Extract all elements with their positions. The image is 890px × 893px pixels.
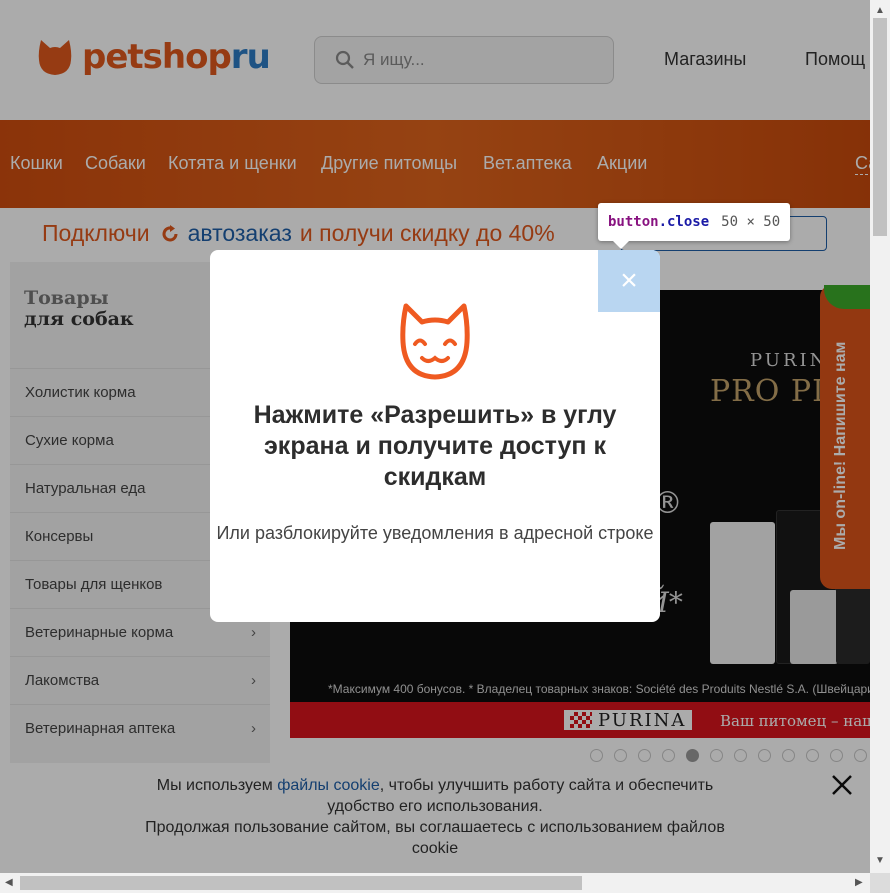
modal-subtitle: Или разблокируйте уведомления в адресной… [216, 523, 654, 543]
vertical-scroll-thumb[interactable] [873, 18, 887, 236]
horizontal-scroll-thumb[interactable] [20, 876, 582, 890]
devtools-inspect-tooltip: button .close 50 × 50 [598, 203, 791, 241]
modal-title: Нажмите «Разрешить» в углу экрана и полу… [253, 401, 617, 491]
horizontal-scrollbar[interactable]: ◀ ▶ [0, 873, 870, 893]
scrollbar-corner [870, 873, 890, 893]
page-viewport: petshopru Магазины Помощ Кошки Собаки Ко… [0, 0, 870, 873]
close-icon: × [620, 264, 638, 297]
scroll-right-arrow-icon[interactable]: ▶ [855, 877, 863, 888]
tooltip-arrow [613, 241, 629, 249]
notification-modal: Нажмите «Разрешить» в углу экрана и полу… [210, 250, 660, 622]
scroll-up-arrow-icon[interactable]: ▲ [875, 5, 885, 16]
scroll-down-arrow-icon[interactable]: ▼ [875, 855, 885, 866]
cat-face-icon [400, 303, 470, 380]
modal-close-button[interactable]: × [598, 250, 660, 312]
scroll-left-arrow-icon[interactable]: ◀ [5, 877, 13, 888]
vertical-scrollbar[interactable]: ▲ ▼ [870, 0, 890, 873]
